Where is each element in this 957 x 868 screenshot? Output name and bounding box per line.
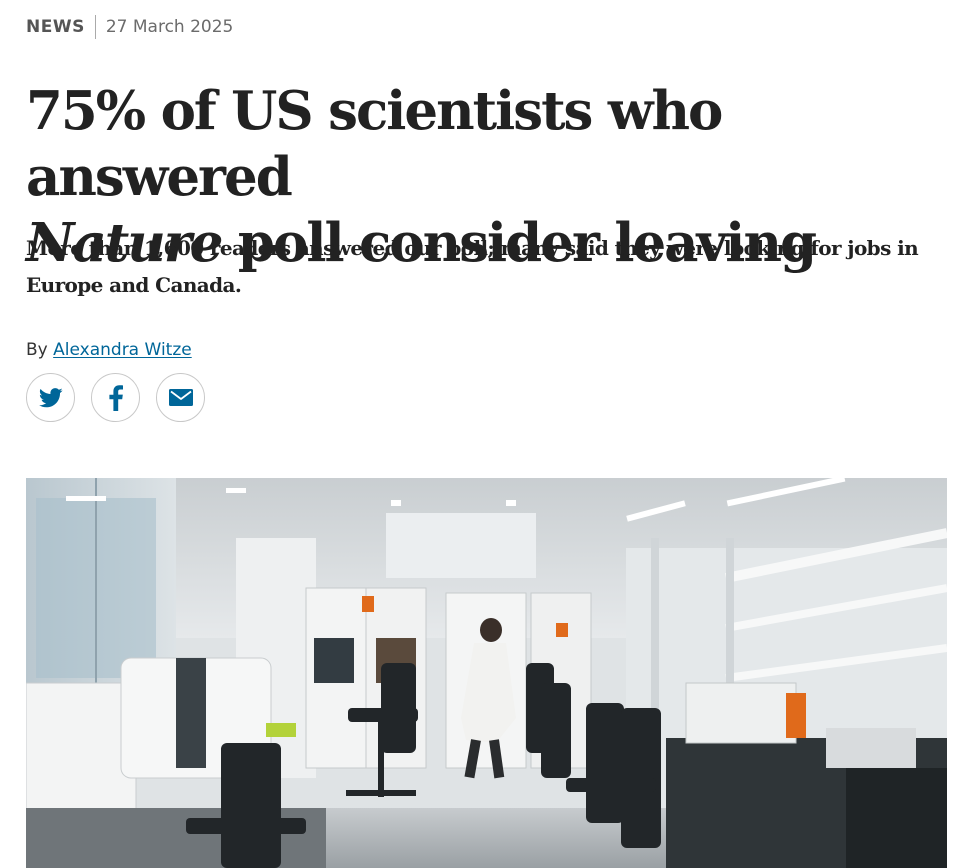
share-facebook-button[interactable] xyxy=(91,373,140,422)
publication-date: 27 March 2025 xyxy=(105,17,234,37)
share-email-button[interactable] xyxy=(156,373,205,422)
byline: By Alexandra Witze xyxy=(26,340,192,360)
hero-image xyxy=(26,478,947,868)
laboratory-photo xyxy=(26,478,947,868)
author-link[interactable]: Alexandra Witze xyxy=(53,340,192,360)
article-meta: NEWS 27 March 2025 xyxy=(26,14,233,40)
article-standfirst: More than 1,600 readers answered our pol… xyxy=(26,236,919,297)
twitter-bird-icon xyxy=(38,387,63,408)
byline-prefix: By xyxy=(26,340,48,360)
title-part-1: 75% of US scientists who answered xyxy=(26,80,723,208)
share-buttons xyxy=(26,373,205,422)
facebook-f-icon xyxy=(108,384,123,411)
share-twitter-button[interactable] xyxy=(26,373,75,422)
article-type-label: NEWS xyxy=(26,17,85,37)
envelope-icon xyxy=(168,389,193,406)
meta-divider xyxy=(94,15,96,39)
